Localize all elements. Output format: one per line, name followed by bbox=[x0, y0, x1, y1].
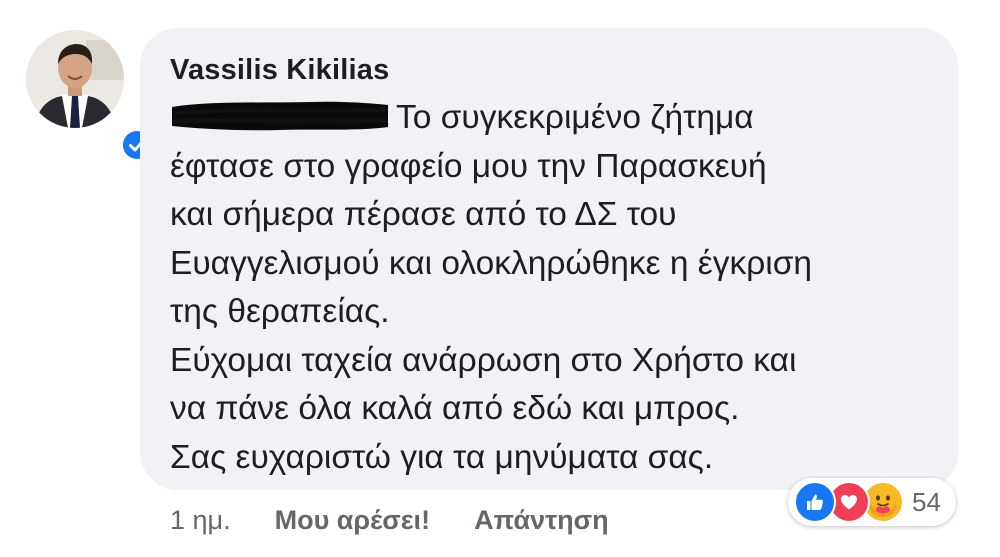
comment-line-6: Εύχομαι ταχεία ανάρρωση στο Χρήστο και bbox=[170, 341, 797, 379]
avatar-image bbox=[26, 30, 124, 128]
comment-view: Vassilis Kikilias Το συγκεκριμένο ζήτημα… bbox=[0, 0, 1000, 557]
comment-line-2: έφτασε στο γραφείο μου την Παρασκευή bbox=[170, 147, 767, 185]
comment-line-1: Το συγκεκριμένο ζήτημα bbox=[170, 94, 950, 143]
comment-line-7: να πάνε όλα καλά από εδώ και μπρος. bbox=[170, 390, 740, 427]
comment-actions: 1 ημ. Μου αρέσει! Απάντηση bbox=[170, 500, 653, 540]
comment-author[interactable]: Vassilis Kikilias bbox=[170, 54, 389, 87]
reactions-summary[interactable]: 54 bbox=[788, 478, 956, 526]
reply-button[interactable]: Απάντηση bbox=[474, 505, 609, 536]
profile-avatar[interactable] bbox=[26, 30, 156, 164]
comment-line-3: και σήμερα πέρασε από το ΔΣ του bbox=[170, 196, 677, 233]
reaction-count: 54 bbox=[912, 486, 941, 517]
comment-line-1-text: Το συγκεκριμένο ζήτημα bbox=[396, 99, 754, 136]
comment-line-4: Ευαγγελισμού και ολοκληρώθηκε η έγκριση bbox=[170, 244, 812, 282]
comment-timestamp[interactable]: 1 ημ. bbox=[170, 505, 231, 536]
comment-body: Το συγκεκριμένο ζήτημα έφτασε στο γραφεί… bbox=[170, 94, 950, 482]
like-button[interactable]: Μου αρέσει! bbox=[275, 505, 430, 536]
comment-line-5: της θεραπείας. bbox=[170, 293, 390, 330]
redaction-mark bbox=[170, 99, 390, 133]
comment-line-8: Σας ευχαριστώ για τα μηνύματα σας. bbox=[170, 438, 714, 476]
like-icon bbox=[794, 481, 836, 523]
